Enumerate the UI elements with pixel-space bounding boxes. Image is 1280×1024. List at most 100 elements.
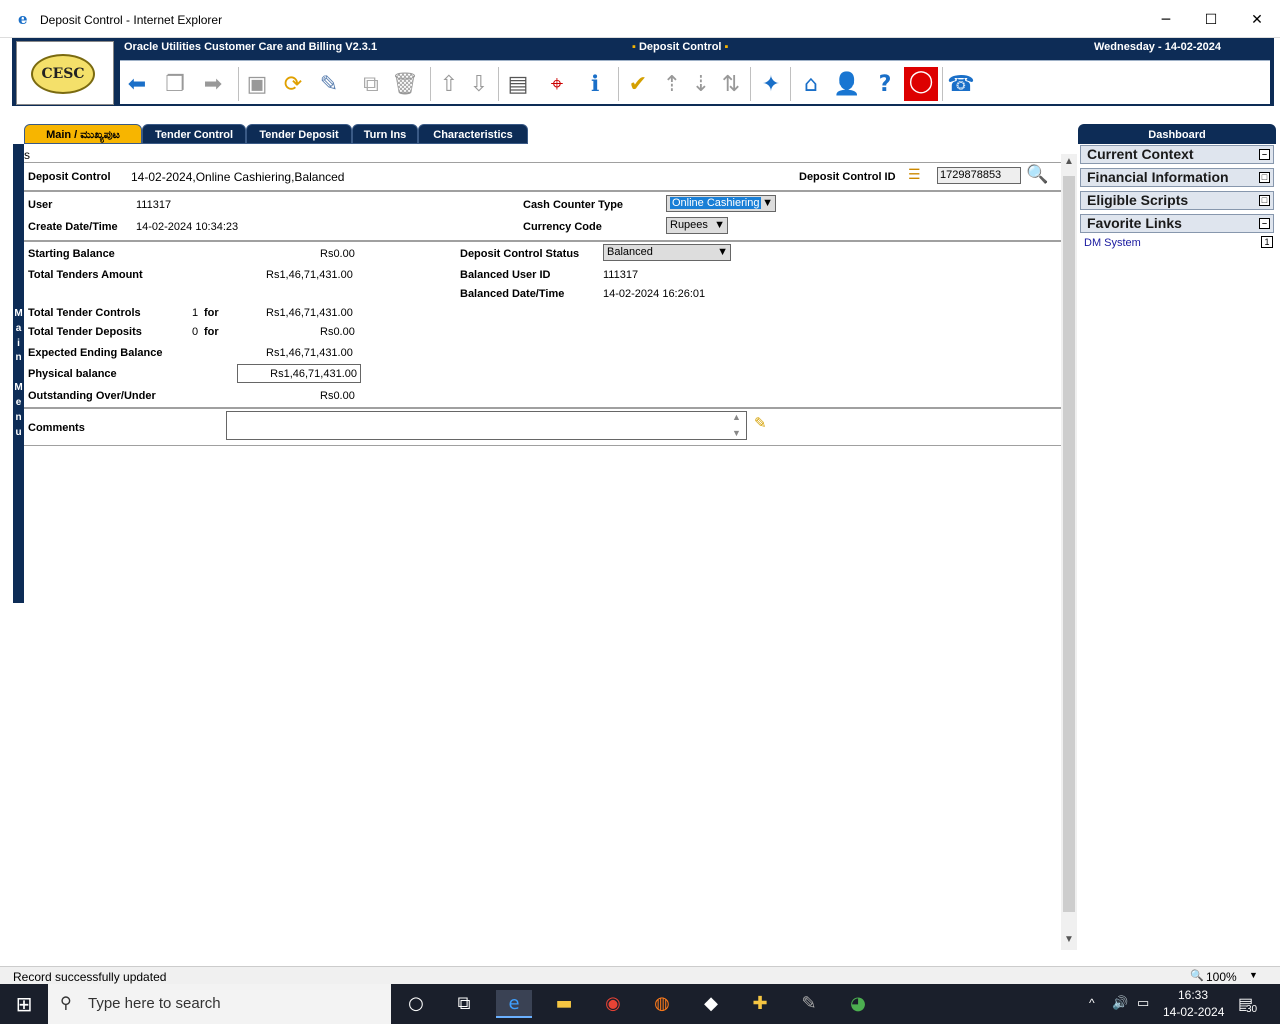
s-marker: s bbox=[24, 148, 30, 162]
pin-icon[interactable]: ✚ bbox=[742, 990, 778, 1018]
expand-icon[interactable]: □ bbox=[1259, 172, 1270, 183]
internet-explorer-icon: e bbox=[18, 10, 28, 28]
eligible-scripts-section[interactable]: Eligible Scripts □ bbox=[1080, 191, 1274, 210]
comments-textarea[interactable] bbox=[226, 411, 747, 440]
for-label: for bbox=[204, 326, 219, 338]
scrollbar-thumb[interactable] bbox=[1063, 176, 1075, 912]
list-icon[interactable]: ▤ bbox=[503, 70, 533, 100]
tab-turn-ins[interactable]: Turn Ins bbox=[352, 124, 418, 144]
comments-label: Comments bbox=[28, 422, 85, 434]
check-icon[interactable]: ✔ bbox=[623, 70, 653, 100]
clear-icon[interactable]: ✎ bbox=[314, 70, 344, 100]
wand-icon[interactable]: ✦ bbox=[756, 70, 786, 100]
cash-counter-select[interactable]: Online Cashiering ▼ bbox=[666, 195, 776, 212]
file-explorer-icon[interactable]: ▬ bbox=[546, 990, 582, 1018]
balanced-date-value: 14-02-2024 16:26:01 bbox=[603, 288, 706, 300]
refresh-icon[interactable]: ⟳ bbox=[278, 70, 308, 100]
scroll-down-icon[interactable]: ▼ bbox=[1064, 934, 1074, 945]
dm-system-link[interactable]: DM System bbox=[1084, 237, 1141, 249]
balanced-user-value: 111317 bbox=[603, 269, 639, 281]
oracle-icon[interactable]: ◯ bbox=[904, 67, 938, 101]
pencil-icon[interactable]: ✎ bbox=[754, 414, 767, 432]
cortana-icon[interactable]: ○ bbox=[398, 990, 434, 1018]
firefox-icon[interactable]: ◍ bbox=[644, 990, 680, 1018]
maximize-button[interactable]: ☐ bbox=[1188, 6, 1234, 34]
chevron-down-icon: ▼ bbox=[717, 246, 728, 258]
collapse-icon[interactable]: – bbox=[1259, 149, 1270, 160]
user-value: 111317 bbox=[136, 199, 172, 211]
chevron-down-icon: ▼ bbox=[714, 219, 725, 231]
financial-information-section[interactable]: Financial Information □ bbox=[1080, 168, 1274, 187]
status-label: Deposit Control Status bbox=[460, 248, 580, 260]
search-icon[interactable]: 🔍 bbox=[1026, 164, 1048, 185]
save-icon[interactable]: ▣ bbox=[242, 70, 272, 100]
collapse-icon[interactable]: – bbox=[1259, 218, 1270, 229]
paint-icon[interactable]: ✎ bbox=[791, 990, 827, 1018]
tab-main[interactable]: Main / ಮುಖ್ಯಪುಟ bbox=[24, 124, 142, 144]
context-menu-icon[interactable]: ☰ bbox=[908, 166, 921, 183]
cash-counter-label: Cash Counter Type bbox=[523, 199, 624, 211]
starting-balance-label: Starting Balance bbox=[28, 248, 115, 260]
total-tender-deposits-count: 0 bbox=[192, 326, 199, 338]
forward-icon[interactable]: ➡ bbox=[198, 70, 228, 100]
scroll-up-icon[interactable]: ▲ bbox=[1064, 156, 1074, 167]
user-icon[interactable]: 👤 bbox=[832, 70, 862, 100]
total-tenders-label: Total Tenders Amount bbox=[28, 269, 143, 281]
chevron-up-icon[interactable]: ^ bbox=[1089, 996, 1095, 1010]
physical-balance-input[interactable]: Rs1,46,71,431.00 bbox=[237, 364, 361, 383]
volume-icon[interactable]: 🔊 bbox=[1112, 995, 1128, 1011]
close-button[interactable]: ✕ bbox=[1234, 6, 1280, 34]
phone-icon[interactable]: ☎ bbox=[946, 70, 976, 100]
internet-explorer-taskbar-icon[interactable]: e bbox=[496, 990, 532, 1018]
deposit-control-id-field[interactable]: 1729878853 bbox=[937, 167, 1021, 184]
duplicate-icon[interactable]: ⧉ bbox=[356, 70, 386, 100]
chevron-down-icon[interactable]: ▼ bbox=[1249, 970, 1258, 980]
deposit-control-label: Deposit Control bbox=[28, 171, 111, 183]
help-icon[interactable]: ? bbox=[870, 70, 900, 100]
back-icon[interactable]: ⬅ bbox=[122, 70, 152, 100]
up-icon[interactable]: ⇡ bbox=[657, 70, 687, 100]
clock-time[interactable]: 16:33 bbox=[1178, 988, 1208, 1002]
home-icon[interactable]: ⌂ bbox=[796, 70, 826, 100]
anydesk-icon[interactable]: ◆ bbox=[693, 990, 729, 1018]
chrome-icon[interactable]: ◉ bbox=[595, 990, 631, 1018]
network-icon[interactable]: ▭ bbox=[1137, 995, 1149, 1011]
info-icon[interactable]: ℹ bbox=[580, 70, 610, 100]
toolbar: ⬅ ❐ ➡ ▣ ⟳ ✎ ⧉ 🗑 ⇧ ⇩ ▤ ⌖ ℹ ✔ ⇡ ⇣ ⇅ ✦ ⌂ 👤 bbox=[120, 60, 1270, 104]
balanced-date-label: Balanced Date/Time bbox=[460, 288, 565, 300]
task-view-icon[interactable]: ⧉ bbox=[446, 990, 482, 1018]
textarea-scroll-up-icon[interactable]: ▲ bbox=[732, 412, 741, 422]
currency-select[interactable]: Rupees ▼ bbox=[666, 217, 728, 234]
current-context-section[interactable]: Current Context – bbox=[1080, 145, 1274, 164]
tab-tender-control[interactable]: Tender Control bbox=[142, 124, 246, 144]
window-title: Deposit Control - Internet Explorer bbox=[40, 13, 223, 27]
user-label: User bbox=[28, 199, 53, 211]
clock-date[interactable]: 14-02-2024 bbox=[1163, 1005, 1224, 1019]
deposit-control-id-label: Deposit Control ID bbox=[799, 171, 896, 183]
vertical-scrollbar[interactable]: ▲ ▼ bbox=[1061, 154, 1077, 950]
up-down-icon[interactable]: ⇅ bbox=[716, 70, 746, 100]
down-icon[interactable]: ⇣ bbox=[686, 70, 716, 100]
globe-icon[interactable]: ◕ bbox=[840, 990, 876, 1018]
main-menu-toggle[interactable]: M a i n M e n u bbox=[13, 144, 24, 603]
tab-tender-deposit[interactable]: Tender Deposit bbox=[246, 124, 352, 144]
zoom-level[interactable]: 100% bbox=[1206, 970, 1237, 984]
windows-start-icon[interactable]: ⊞ bbox=[6, 990, 42, 1018]
dashboard-panel: Dashboard Current Context – Financial Inf… bbox=[1078, 124, 1276, 964]
expand-icon[interactable]: □ bbox=[1259, 195, 1270, 206]
target-icon[interactable]: ⌖ bbox=[542, 70, 572, 100]
title-bar: e Deposit Control - Internet Explorer ─ … bbox=[0, 0, 1280, 38]
search-placeholder: Type here to search bbox=[88, 995, 221, 1012]
next-record-icon[interactable]: ⇩ bbox=[464, 70, 494, 100]
previous-record-icon[interactable]: ⇧ bbox=[434, 70, 464, 100]
tab-characteristics[interactable]: Characteristics bbox=[418, 124, 528, 144]
favorite-links-section[interactable]: Favorite Links – bbox=[1080, 214, 1274, 233]
delete-icon[interactable]: 🗑 bbox=[390, 70, 420, 100]
create-datetime-value: 14-02-2024 10:34:23 bbox=[136, 221, 239, 233]
taskbar-search[interactable]: ⚲ Type here to search bbox=[48, 984, 391, 1024]
company-logo: CESC bbox=[16, 41, 114, 105]
copy-icon[interactable]: ❐ bbox=[160, 70, 190, 100]
minimize-button[interactable]: ─ bbox=[1143, 6, 1189, 34]
status-select[interactable]: Balanced ▼ bbox=[603, 244, 731, 261]
textarea-scroll-down-icon[interactable]: ▼ bbox=[732, 428, 741, 438]
